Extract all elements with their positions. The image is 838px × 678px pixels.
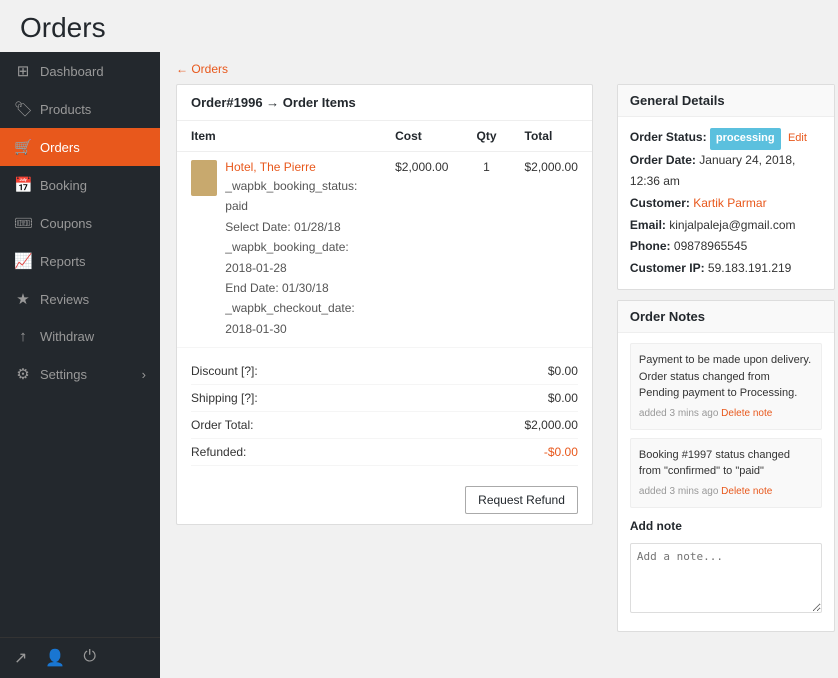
main-content: Orders Order#1996 → Order Items Item Cos… — [160, 52, 838, 678]
reviews-icon: ★ — [14, 290, 32, 308]
email-label: Email: — [630, 218, 666, 232]
sidebar-item-booking[interactable]: 📅 Booking — [0, 166, 160, 204]
delete-note-link[interactable]: Delete note — [721, 408, 772, 419]
breadcrumb[interactable]: Orders — [176, 62, 822, 76]
order-status-label: Order Status: — [630, 130, 707, 144]
totals-section: Discount [?]:$0.00Shipping [?]:$0.00Orde… — [177, 348, 592, 476]
sidebar-item-reviews[interactable]: ★ Reviews — [0, 280, 160, 318]
col-item: Item — [177, 121, 381, 152]
table-row: Hotel, The Pierre _wapbk_booking_status:… — [177, 152, 592, 348]
item-cost: $2,000.00 — [381, 152, 462, 348]
request-refund-button[interactable]: Request Refund — [465, 486, 578, 514]
note-timestamp: added 3 mins ago — [639, 408, 721, 419]
sidebar-item-withdraw[interactable]: ↑ Withdraw — [0, 318, 160, 355]
general-details-body: Order Status: processing Edit Order Date… — [618, 117, 834, 289]
customer-ip-value: 59.183.191.219 — [708, 261, 791, 275]
item-meta: _wapbk_booking_status: paidSelect Date: … — [225, 176, 367, 339]
total-label: Refunded: — [191, 445, 478, 459]
col-total: Total — [511, 121, 592, 152]
power-icon[interactable]: ⏻ — [83, 648, 96, 668]
sidebar-item-label: Dashboard — [40, 64, 104, 79]
total-value: $0.00 — [478, 391, 578, 405]
note-textarea[interactable] — [630, 543, 822, 613]
delete-note-link[interactable]: Delete note — [721, 486, 772, 497]
totals-row: Discount [?]:$0.00 — [191, 358, 578, 385]
phone-value: 09878965545 — [674, 239, 747, 253]
sidebar-item-label: Reports — [40, 254, 86, 269]
booking-icon: 📅 — [14, 176, 32, 194]
sidebar-item-label: Orders — [40, 140, 80, 155]
note-item: Payment to be made upon delivery. Order … — [630, 343, 822, 430]
products-icon: 🏷 — [14, 100, 32, 118]
order-panel-header: Order#1996 → Order Items — [177, 85, 592, 121]
order-notes-header: Order Notes — [618, 301, 834, 333]
sidebar-bottom: ↗ 👤 ⏻ — [0, 637, 160, 678]
general-details-panel: General Details Order Status: processing… — [617, 84, 835, 290]
refund-btn-row: Request Refund — [177, 476, 592, 524]
edit-status-link[interactable]: Edit — [788, 132, 807, 144]
order-date-label: Order Date: — [630, 153, 696, 167]
sidebar-item-label: Coupons — [40, 216, 92, 231]
page-title: Orders — [0, 0, 838, 52]
customer-link[interactable]: Kartik Parmar — [693, 196, 766, 210]
coupons-icon: 🎟 — [14, 214, 32, 232]
total-label: Order Total: — [191, 418, 478, 432]
note-meta: added 3 mins ago Delete note — [639, 484, 813, 499]
dashboard-icon: ⊞ — [14, 62, 32, 80]
general-details-header: General Details — [618, 85, 834, 117]
sidebar-item-label: Products — [40, 102, 91, 117]
note-item: Booking #1997 status changed from "confi… — [630, 438, 822, 508]
note-timestamp: added 3 mins ago — [639, 486, 721, 497]
add-note-label: Add note — [630, 516, 822, 538]
totals-row: Shipping [?]:$0.00 — [191, 385, 578, 412]
note-meta: added 3 mins ago Delete note — [639, 406, 813, 421]
user-icon[interactable]: 👤 — [45, 648, 65, 668]
item-total: $2,000.00 — [511, 152, 592, 348]
order-status-badge: processing — [710, 128, 781, 150]
sidebar: ⊞ Dashboard 🏷 Products 🛒 Orders 📅 Bookin… — [0, 52, 160, 678]
total-value: $0.00 — [478, 364, 578, 378]
reports-icon: 📈 — [14, 252, 32, 270]
external-link-icon[interactable]: ↗ — [14, 648, 27, 668]
totals-row: Order Total:$2,000.00 — [191, 412, 578, 439]
order-notes-body: Payment to be made upon delivery. Order … — [618, 333, 834, 631]
sidebar-item-label: Reviews — [40, 292, 89, 307]
col-qty: Qty — [462, 121, 510, 152]
sidebar-item-label: Settings — [40, 367, 87, 382]
right-panels: General Details Order Status: processing… — [605, 84, 835, 632]
sidebar-item-coupons[interactable]: 🎟 Coupons — [0, 204, 160, 242]
sidebar-item-orders[interactable]: 🛒 Orders — [0, 128, 160, 166]
customer-ip-label: Customer IP: — [630, 261, 705, 275]
customer-label: Customer: — [630, 196, 690, 210]
totals-row: Refunded:-$0.00 — [191, 439, 578, 466]
order-table: Item Cost Qty Total Hotel, The Pierre _w… — [177, 121, 592, 348]
item-thumbnail — [191, 160, 217, 196]
notes-list: Payment to be made upon delivery. Order … — [630, 343, 822, 508]
total-value: -$0.00 — [478, 445, 578, 459]
sidebar-item-reports[interactable]: 📈 Reports — [0, 242, 160, 280]
sidebar-item-dashboard[interactable]: ⊞ Dashboard — [0, 52, 160, 90]
col-cost: Cost — [381, 121, 462, 152]
email-value: kinjalpaleja@gmail.com — [669, 218, 795, 232]
item-name[interactable]: Hotel, The Pierre — [225, 160, 367, 174]
settings-icon: ⚙ — [14, 365, 32, 383]
sidebar-item-label: Booking — [40, 178, 87, 193]
chevron-right-icon: › — [142, 367, 146, 382]
orders-icon: 🛒 — [14, 138, 32, 156]
item-cell: Hotel, The Pierre _wapbk_booking_status:… — [177, 152, 381, 348]
order-panel: Order#1996 → Order Items Item Cost Qty T… — [176, 84, 593, 525]
total-value: $2,000.00 — [478, 418, 578, 432]
sidebar-item-settings[interactable]: ⚙ Settings › — [0, 355, 160, 393]
sidebar-item-label: Withdraw — [40, 329, 94, 344]
total-label: Shipping [?]: — [191, 391, 478, 405]
note-text: Payment to be made upon delivery. Order … — [639, 352, 813, 402]
phone-label: Phone: — [630, 239, 671, 253]
sidebar-item-products[interactable]: 🏷 Products — [0, 90, 160, 128]
withdraw-icon: ↑ — [14, 328, 32, 345]
note-text: Booking #1997 status changed from "confi… — [639, 447, 813, 480]
order-notes-panel: Order Notes Payment to be made upon deli… — [617, 300, 835, 632]
total-label: Discount [?]: — [191, 364, 478, 378]
item-qty: 1 — [462, 152, 510, 348]
